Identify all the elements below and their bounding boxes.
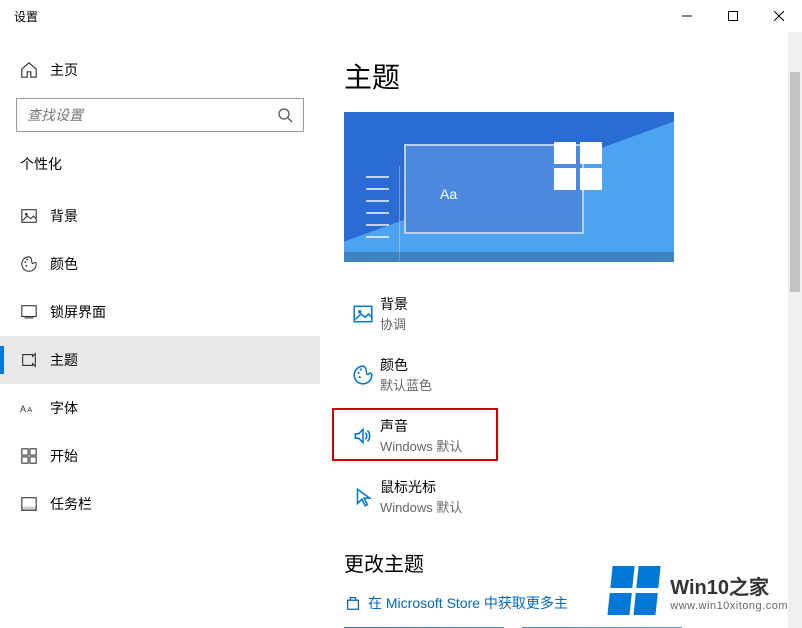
sidebar-category: 个性化 [0, 150, 320, 192]
cursor-icon [346, 486, 380, 508]
theme-link-subtitle: Windows 默认 [380, 497, 462, 516]
maximize-icon [728, 11, 738, 21]
picture-icon [346, 303, 380, 325]
sidebar-item-label: 主题 [50, 350, 78, 370]
theme-link-color[interactable]: 颜色 默认蓝色 [344, 351, 644, 398]
close-icon [774, 11, 784, 21]
titlebar: 设置 [0, 0, 802, 32]
sidebar: 主页 个性化 背景 颜色 [0, 32, 320, 628]
close-button[interactable] [756, 0, 802, 32]
home-button[interactable]: 主页 [0, 50, 320, 90]
theme-preview: Aa [344, 112, 674, 262]
theme-link-title: 鼠标光标 [380, 477, 462, 497]
theme-link-cursor[interactable]: 鼠标光标 Windows 默认 [344, 473, 644, 520]
sidebar-item-lockscreen[interactable]: 锁屏界面 [0, 288, 320, 336]
speaker-icon [346, 425, 380, 447]
maximize-button[interactable] [710, 0, 756, 32]
theme-link-background[interactable]: 背景 协调 [344, 290, 644, 337]
svg-text:A: A [27, 405, 32, 414]
search-icon [277, 107, 293, 123]
theme-link-title: 背景 [380, 294, 408, 314]
main-content: 主题 Aa 背景 协调 [320, 32, 802, 628]
search-box[interactable] [16, 98, 304, 132]
minimize-icon [682, 11, 692, 21]
sidebar-item-label: 任务栏 [50, 494, 92, 514]
store-link[interactable]: 在 Microsoft Store 中获取更多主 [344, 593, 802, 613]
theme-link-sound[interactable]: 声音 Windows 默认 [344, 412, 644, 459]
preview-sample-text: Aa [440, 186, 457, 202]
sidebar-item-taskbar[interactable]: 任务栏 [0, 480, 320, 528]
theme-link-title: 声音 [380, 416, 462, 436]
lockscreen-icon [20, 303, 50, 321]
sidebar-item-label: 字体 [50, 398, 78, 418]
home-icon [20, 61, 50, 79]
sidebar-item-label: 开始 [50, 446, 78, 466]
svg-text:A: A [20, 404, 26, 414]
sidebar-item-label: 颜色 [50, 254, 78, 274]
sidebar-item-background[interactable]: 背景 [0, 192, 320, 240]
vertical-scrollbar[interactable] [788, 32, 802, 628]
picture-icon [20, 207, 50, 225]
theme-link-title: 颜色 [380, 355, 432, 375]
themes-icon [20, 351, 50, 369]
sidebar-item-start[interactable]: 开始 [0, 432, 320, 480]
search-container [0, 90, 320, 150]
preview-start-panel [344, 166, 400, 262]
palette-icon [20, 255, 50, 273]
minimize-button[interactable] [664, 0, 710, 32]
sidebar-item-fonts[interactable]: AA 字体 [0, 384, 320, 432]
scrollbar-thumb[interactable] [790, 72, 800, 292]
sidebar-item-label: 背景 [50, 206, 78, 226]
store-link-text: 在 Microsoft Store 中获取更多主 [368, 593, 568, 613]
palette-icon [346, 364, 380, 386]
taskbar-icon [20, 495, 50, 513]
page-title: 主题 [344, 56, 802, 96]
window-controls [664, 0, 802, 32]
theme-link-subtitle: Windows 默认 [380, 436, 462, 455]
sidebar-item-themes[interactable]: 主题 [0, 336, 320, 384]
sidebar-item-label: 锁屏界面 [50, 302, 106, 322]
start-icon [20, 447, 50, 465]
theme-link-subtitle: 默认蓝色 [380, 375, 432, 394]
fonts-icon: AA [20, 401, 50, 415]
window-title: 设置 [14, 8, 38, 25]
home-label: 主页 [50, 60, 78, 80]
search-input[interactable] [27, 107, 277, 123]
theme-link-subtitle: 协调 [380, 314, 408, 333]
change-theme-title: 更改主题 [344, 548, 802, 577]
preview-taskbar [344, 252, 674, 262]
windows-logo-icon [554, 142, 604, 192]
store-icon [344, 594, 368, 612]
sidebar-item-colors[interactable]: 颜色 [0, 240, 320, 288]
